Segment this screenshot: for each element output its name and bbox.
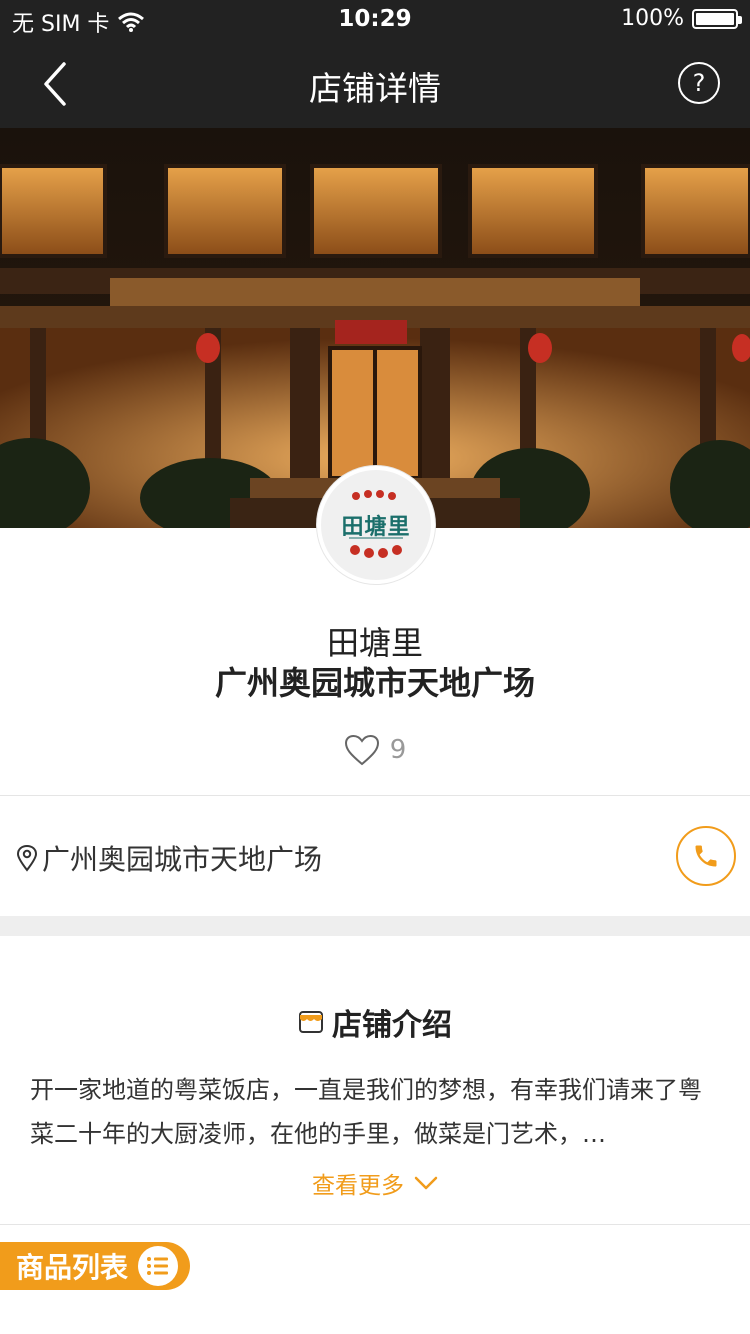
divider bbox=[0, 1224, 750, 1225]
intro-text: 开一家地道的粤菜饭店，一直是我们的梦想，有幸我们请来了粤菜二十年的大厨凌师，在他… bbox=[30, 1076, 702, 1148]
nav-bar: 店铺详情 ? bbox=[0, 40, 750, 128]
question-circle-icon: ? bbox=[692, 69, 706, 97]
battery-percent: 100% bbox=[621, 6, 684, 31]
address-row[interactable]: 广州奥园城市天地广场 bbox=[16, 838, 322, 878]
help-button[interactable]: ? bbox=[678, 62, 720, 104]
chevron-down-icon bbox=[414, 1176, 438, 1190]
shop-icon bbox=[299, 1011, 323, 1033]
intro-heading: 店铺介绍 bbox=[0, 1000, 750, 1044]
status-bar: 无 SIM 卡 10:29 100% bbox=[0, 0, 750, 40]
location-pin-icon bbox=[16, 844, 38, 872]
store-name: 田塘里 广州奥园城市天地广场 bbox=[0, 623, 750, 703]
call-button[interactable] bbox=[676, 826, 736, 886]
intro-title: 店铺介绍 bbox=[332, 1008, 452, 1043]
top-bar: 无 SIM 卡 10:29 100% 店铺详情 ? bbox=[0, 0, 750, 128]
page-title: 店铺详情 bbox=[309, 69, 441, 108]
section-gap bbox=[0, 916, 750, 936]
divider bbox=[0, 795, 750, 796]
heart-icon[interactable] bbox=[344, 734, 380, 766]
list-icon bbox=[138, 1246, 179, 1286]
address-text: 广州奥园城市天地广场 bbox=[42, 843, 323, 876]
show-more-label: 查看更多 bbox=[312, 1173, 404, 1199]
show-more-button[interactable]: 查看更多 bbox=[0, 1166, 750, 1200]
like-control[interactable]: 9 bbox=[0, 734, 750, 766]
store-brand: 田塘里 bbox=[326, 624, 423, 662]
like-count: 9 bbox=[389, 735, 407, 765]
product-list-label: 商品列表 bbox=[16, 1251, 129, 1284]
product-list-tab[interactable]: 商品列表 bbox=[0, 1242, 190, 1290]
store-branch: 广州奥园城市天地广场 bbox=[214, 664, 535, 702]
phone-icon bbox=[695, 845, 717, 867]
battery-icon bbox=[692, 8, 742, 29]
store-logo-avatar: 田塘里 bbox=[317, 466, 435, 584]
logo-wordmark: 田塘里 bbox=[341, 514, 411, 540]
